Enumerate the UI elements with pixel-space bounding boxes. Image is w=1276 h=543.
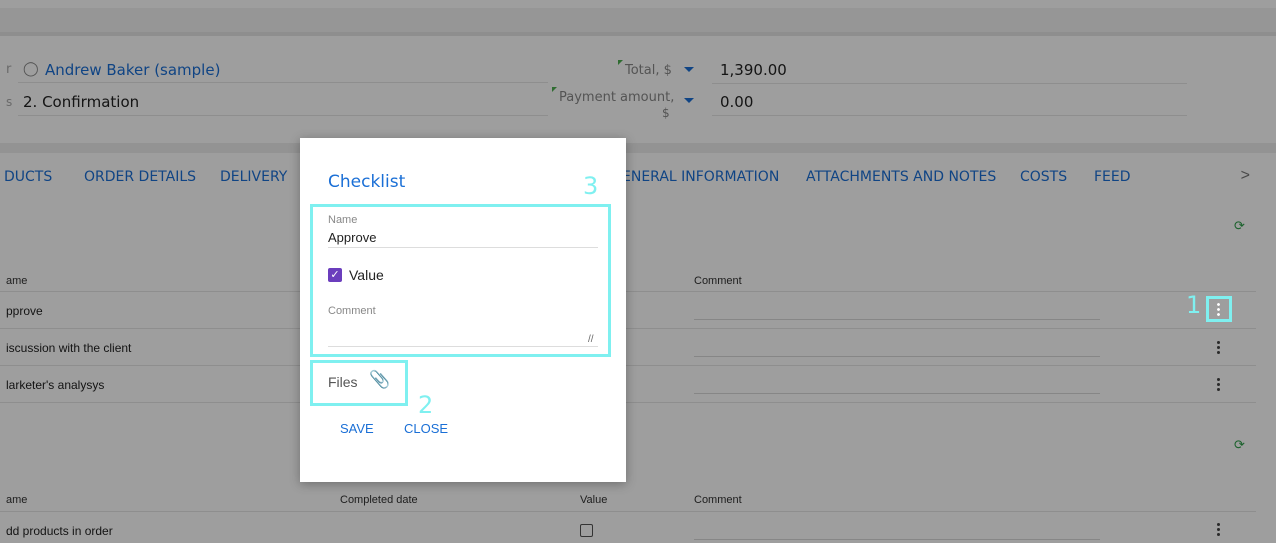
annotation-box-2 — [310, 360, 408, 406]
kebab-menu-icon[interactable] — [1217, 303, 1221, 318]
name-label: Name — [328, 214, 358, 226]
resize-handle-icon[interactable]: // — [588, 334, 594, 345]
name-field[interactable]: Approve — [328, 230, 376, 245]
dialog-title: Checklist — [328, 172, 406, 192]
annotation-number-2: 2 — [418, 391, 434, 419]
comment-field[interactable] — [328, 346, 598, 347]
name-underline — [328, 247, 598, 248]
files-label: Files — [328, 374, 358, 390]
save-button[interactable]: SAVE — [340, 421, 374, 436]
value-checkbox[interactable]: ✓ — [328, 268, 342, 282]
checklist-dialog: Checklist 3 Name Approve ✓ Value Comment… — [300, 138, 626, 482]
annotation-number-3: 3 — [583, 172, 599, 200]
comment-label: Comment — [328, 305, 376, 317]
paperclip-icon[interactable]: 📎 — [369, 370, 390, 390]
annotation-number-1: 1 — [1186, 291, 1202, 319]
modal-backdrop[interactable] — [0, 0, 1276, 543]
close-button[interactable]: CLOSE — [404, 421, 448, 436]
value-label: Value — [349, 267, 384, 283]
